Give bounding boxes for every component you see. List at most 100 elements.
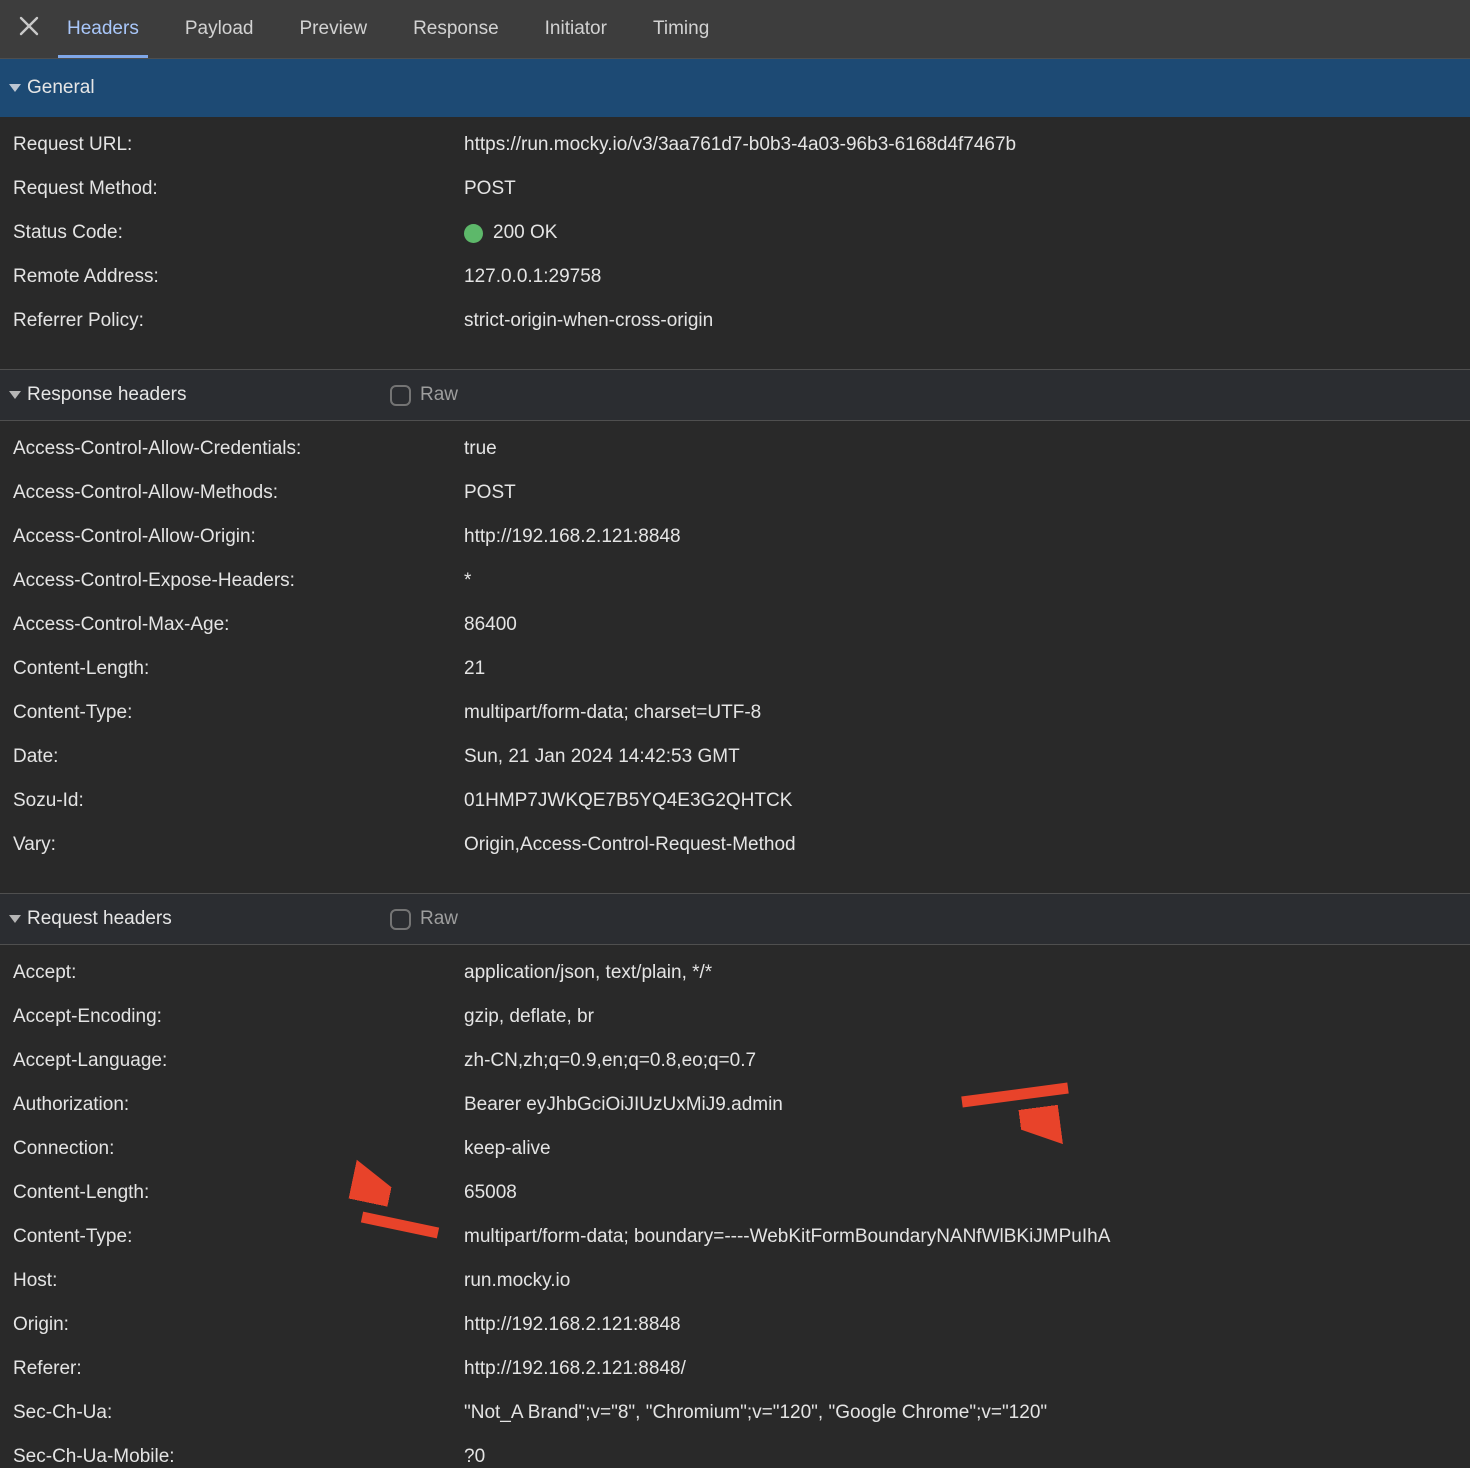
tab-label: Preview xyxy=(300,18,368,40)
header-row: Accept:application/json, text/plain, */* xyxy=(0,951,1470,995)
close-panel-button[interactable] xyxy=(0,0,58,58)
header-row: Connection:keep-alive xyxy=(0,1127,1470,1171)
header-value: gzip, deflate, br xyxy=(464,1006,1470,1028)
header-row: Content-Type:multipart/form-data; bounda… xyxy=(0,1215,1470,1259)
header-row: Access-Control-Allow-Credentials:true xyxy=(0,427,1470,471)
header-name: Accept-Encoding: xyxy=(0,1006,464,1028)
tab-label: Headers xyxy=(67,18,139,40)
header-name: Date: xyxy=(0,746,464,768)
header-value-text: run.mocky.io xyxy=(464,1270,570,1292)
header-row: Access-Control-Expose-Headers:* xyxy=(0,559,1470,603)
header-row: Origin:http://192.168.2.121:8848 xyxy=(0,1303,1470,1347)
section-title: Request headers xyxy=(27,908,172,930)
section-header-request-headers[interactable]: Request headers Raw xyxy=(0,893,1470,945)
request-headers-rows: Accept:application/json, text/plain, */*… xyxy=(0,945,1470,1468)
header-name: Remote Address: xyxy=(0,266,464,288)
section-header-general[interactable]: General xyxy=(0,59,1470,117)
header-value: POST xyxy=(464,482,1470,504)
header-value-text: 21 xyxy=(464,658,485,680)
header-value-text: * xyxy=(464,570,471,592)
header-row: Referrer Policy:strict-origin-when-cross… xyxy=(0,299,1470,343)
header-value-text: Sun, 21 Jan 2024 14:42:53 GMT xyxy=(464,746,740,768)
header-name: Host: xyxy=(0,1270,464,1292)
header-value-text: Origin,Access-Control-Request-Method xyxy=(464,834,796,856)
header-value-text: "Not_A Brand";v="8", "Chromium";v="120",… xyxy=(464,1402,1047,1424)
tab-label: Initiator xyxy=(545,18,607,40)
close-icon xyxy=(17,14,41,44)
header-value: "Not_A Brand";v="8", "Chromium";v="120",… xyxy=(464,1402,1470,1424)
header-value-text: multipart/form-data; boundary=----WebKit… xyxy=(464,1226,1110,1248)
tab-headers[interactable]: Headers xyxy=(58,0,148,58)
header-name: Sozu-Id: xyxy=(0,790,464,812)
tab-response[interactable]: Response xyxy=(404,0,508,58)
header-value: zh-CN,zh;q=0.9,en;q=0.8,eo;q=0.7 xyxy=(464,1050,1470,1072)
tab-initiator[interactable]: Initiator xyxy=(536,0,616,58)
header-value: ?0 xyxy=(464,1446,1470,1468)
raw-checkbox-icon[interactable] xyxy=(390,909,411,930)
header-value: 01HMP7JWKQE7B5YQ4E3G2QHTCK xyxy=(464,790,1470,812)
disclosure-triangle-icon xyxy=(9,391,21,399)
header-name: Access-Control-Allow-Origin: xyxy=(0,526,464,548)
header-value: application/json, text/plain, */* xyxy=(464,962,1470,984)
header-value: http://192.168.2.121:8848 xyxy=(464,526,1470,548)
header-value-text: http://192.168.2.121:8848/ xyxy=(464,1358,686,1380)
tab-payload[interactable]: Payload xyxy=(176,0,263,58)
header-row: Content-Type:multipart/form-data; charse… xyxy=(0,691,1470,735)
header-value-text: true xyxy=(464,438,497,460)
header-value-text: gzip, deflate, br xyxy=(464,1006,594,1028)
header-row: Remote Address:127.0.0.1:29758 xyxy=(0,255,1470,299)
header-value-text: http://192.168.2.121:8848 xyxy=(464,1314,681,1336)
header-row: Vary:Origin,Access-Control-Request-Metho… xyxy=(0,823,1470,867)
header-name: Origin: xyxy=(0,1314,464,1336)
header-value-text: 127.0.0.1:29758 xyxy=(464,266,601,288)
raw-label: Raw xyxy=(420,384,458,406)
header-row: Authorization:Bearer eyJhbGciOiJIUzUxMiJ… xyxy=(0,1083,1470,1127)
header-row: Request URL:https://run.mocky.io/v3/3aa7… xyxy=(0,123,1470,167)
header-value: 21 xyxy=(464,658,1470,680)
header-row: Referer:http://192.168.2.121:8848/ xyxy=(0,1347,1470,1391)
header-name: Content-Type: xyxy=(0,702,464,724)
header-row: Request Method:POST xyxy=(0,167,1470,211)
tab-label: Response xyxy=(413,18,499,40)
header-name: Connection: xyxy=(0,1138,464,1160)
tab-timing[interactable]: Timing xyxy=(644,0,718,58)
header-row: Status Code:200 OK xyxy=(0,211,1470,255)
header-value: keep-alive xyxy=(464,1138,1470,1160)
header-row: Sozu-Id:01HMP7JWKQE7B5YQ4E3G2QHTCK xyxy=(0,779,1470,823)
header-value-text: ?0 xyxy=(464,1446,485,1468)
header-name: Referrer Policy: xyxy=(0,310,464,332)
raw-checkbox-icon[interactable] xyxy=(390,385,411,406)
header-name: Accept-Language: xyxy=(0,1050,464,1072)
header-name: Content-Type: xyxy=(0,1226,464,1248)
request-headers-raw-toggle[interactable]: Raw xyxy=(390,894,458,944)
header-row: Accept-Language:zh-CN,zh;q=0.9,en;q=0.8,… xyxy=(0,1039,1470,1083)
header-value-text: 86400 xyxy=(464,614,517,636)
header-value-text: strict-origin-when-cross-origin xyxy=(464,310,713,332)
header-row: Access-Control-Allow-Methods:POST xyxy=(0,471,1470,515)
header-name: Accept: xyxy=(0,962,464,984)
header-value: http://192.168.2.121:8848/ xyxy=(464,1358,1470,1380)
header-row: Sec-Ch-Ua-Mobile:?0 xyxy=(0,1435,1470,1468)
header-name: Access-Control-Allow-Credentials: xyxy=(0,438,464,460)
header-name: Sec-Ch-Ua: xyxy=(0,1402,464,1424)
header-value-text: 65008 xyxy=(464,1182,517,1204)
header-row: Accept-Encoding:gzip, deflate, br xyxy=(0,995,1470,1039)
header-name: Content-Length: xyxy=(0,658,464,680)
header-value-text: POST xyxy=(464,178,516,200)
header-name: Vary: xyxy=(0,834,464,856)
header-value-text: 01HMP7JWKQE7B5YQ4E3G2QHTCK xyxy=(464,790,792,812)
header-value: multipart/form-data; charset=UTF-8 xyxy=(464,702,1470,724)
tab-preview[interactable]: Preview xyxy=(291,0,377,58)
status-ok-dot-icon xyxy=(464,224,483,243)
header-row: Content-Length:21 xyxy=(0,647,1470,691)
tab-label: Payload xyxy=(185,18,254,40)
header-value-text: zh-CN,zh;q=0.9,en;q=0.8,eo;q=0.7 xyxy=(464,1050,756,1072)
tab-label: Timing xyxy=(653,18,709,40)
section-header-response-headers[interactable]: Response headersRaw xyxy=(0,369,1470,421)
response-headers-raw-toggle[interactable]: Raw xyxy=(390,370,458,420)
header-value: Bearer eyJhbGciOiJIUzUxMiJ9.admin xyxy=(464,1094,1470,1116)
network-detail-tabbar: Headers Payload Preview Response Initiator Ti… xyxy=(0,0,1470,59)
header-value-text: https://run.mocky.io/v3/3aa761d7-b0b3-4a… xyxy=(464,134,1016,156)
disclosure-triangle-icon xyxy=(9,84,21,92)
header-value-text: POST xyxy=(464,482,516,504)
